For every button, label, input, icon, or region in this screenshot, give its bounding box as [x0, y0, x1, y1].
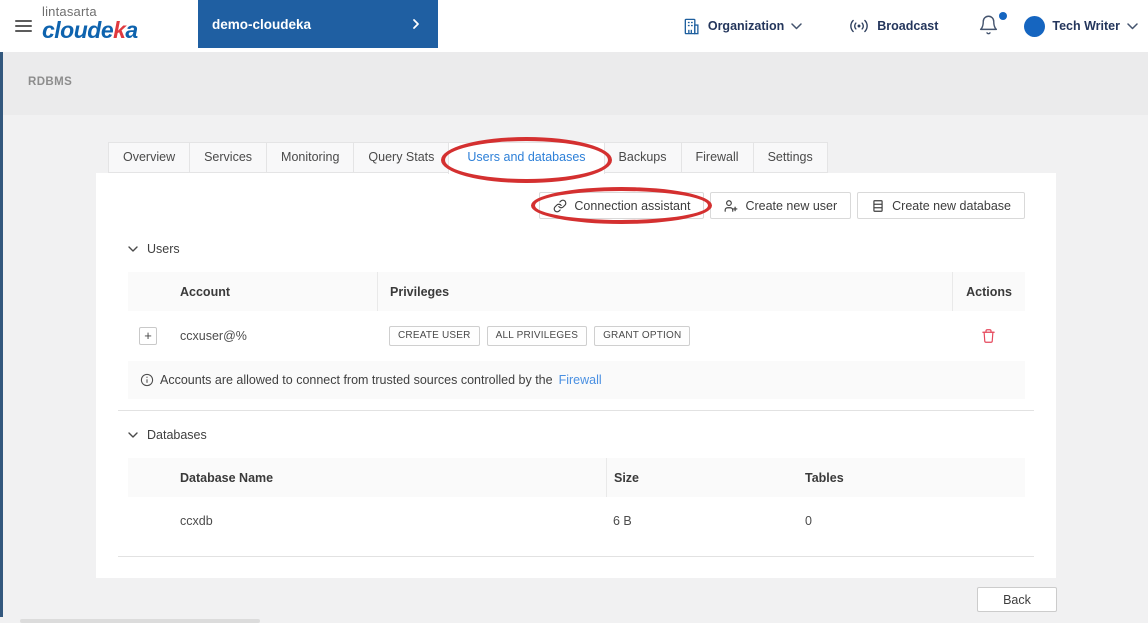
notifications-button[interactable]	[978, 12, 1008, 38]
connection-assistant-label: Connection assistant	[574, 198, 691, 213]
firewall-link[interactable]: Firewall	[559, 373, 602, 387]
table-row: ccxdb 6 B 0	[128, 497, 1025, 545]
tab-users-and-databases[interactable]: Users and databases	[441, 137, 612, 183]
page: lintasarta cloudeka demo-cloudeka Organi…	[0, 0, 1148, 623]
tab-monitoring[interactable]: Monitoring	[266, 142, 355, 173]
tab-query-stats[interactable]: Query Stats	[353, 142, 450, 173]
toolbar: Connection assistant Create new user Cre…	[531, 187, 1025, 224]
connection-assistant-button[interactable]: Connection assistant	[531, 187, 713, 224]
chevron-right-icon	[410, 18, 422, 30]
col-actions: Actions	[952, 272, 1025, 311]
users-section-toggle[interactable]: Users	[128, 242, 180, 256]
users-table-header: Account Privileges Actions	[128, 272, 1025, 311]
users-table: Account Privileges Actions + ccxuser@% C…	[128, 272, 1025, 399]
create-new-user-label: Create new user	[745, 198, 838, 213]
users-section-title: Users	[147, 242, 180, 256]
user-menu[interactable]: Tech Writer	[1024, 15, 1138, 37]
databases-table: Database Name Size Tables ccxdb 6 B 0	[128, 458, 1025, 545]
breadcrumb-bar: RDBMS	[0, 52, 1148, 115]
tab-backups[interactable]: Backups	[603, 142, 682, 173]
hamburger-menu-icon[interactable]	[15, 20, 32, 32]
header-actions: Organization Broadcast Tech Writer	[682, 0, 1138, 52]
horizontal-scrollbar[interactable]	[20, 619, 260, 623]
tab-firewall[interactable]: Firewall	[680, 142, 754, 173]
chevron-down-icon	[128, 245, 138, 253]
bell-icon	[978, 14, 999, 36]
expand-row-button[interactable]: +	[139, 327, 157, 345]
avatar	[1024, 15, 1046, 37]
link-icon	[553, 199, 567, 213]
tab-settings[interactable]: Settings	[752, 142, 828, 173]
create-new-user-button[interactable]: Create new user	[710, 192, 852, 219]
database-tables-value: 0	[805, 514, 812, 528]
section-divider	[118, 556, 1034, 557]
create-new-database-button[interactable]: Create new database	[857, 192, 1025, 219]
info-icon	[140, 373, 154, 387]
user-name: Tech Writer	[1052, 19, 1120, 33]
logo-cloudeka: cloudeka	[42, 17, 138, 43]
back-button[interactable]: Back	[977, 587, 1057, 612]
databases-section-title: Databases	[147, 428, 207, 442]
database-icon	[871, 199, 885, 213]
col-database-name: Database Name	[180, 470, 274, 485]
notification-dot	[999, 12, 1008, 20]
privilege-badge: GRANT OPTION	[594, 326, 691, 346]
col-tables: Tables	[805, 470, 844, 485]
broadcast-label: Broadcast	[877, 19, 939, 33]
collapsed-sidebar[interactable]	[0, 52, 3, 617]
databases-table-header: Database Name Size Tables	[128, 458, 1025, 497]
chevron-down-icon	[1127, 22, 1138, 30]
organization-menu[interactable]: Organization	[682, 17, 802, 36]
account-value: ccxuser@%	[180, 329, 247, 343]
col-privileges: Privileges	[377, 272, 952, 311]
top-header: lintasarta cloudeka demo-cloudeka Organi…	[0, 0, 1148, 52]
brand-logo: lintasarta cloudeka	[42, 5, 138, 42]
create-new-database-label: Create new database	[892, 198, 1011, 213]
privilege-badge: CREATE USER	[389, 326, 480, 346]
tab-bar: Overview Services Monitoring Query Stats…	[108, 137, 828, 183]
delete-user-button[interactable]	[981, 328, 996, 344]
organization-building-icon	[682, 17, 701, 36]
tab-overview[interactable]: Overview	[108, 142, 191, 173]
table-row: + ccxuser@% CREATE USER ALL PRIVILEGES G…	[128, 311, 1025, 361]
database-name-value: ccxdb	[180, 514, 213, 528]
project-selector[interactable]: demo-cloudeka	[198, 0, 438, 48]
col-size: Size	[606, 458, 798, 497]
col-account: Account	[180, 284, 230, 299]
broadcast-menu[interactable]: Broadcast	[848, 17, 938, 35]
user-plus-icon	[724, 199, 738, 213]
firewall-note-text: Accounts are allowed to connect from tru…	[160, 373, 553, 387]
chevron-down-icon	[128, 431, 138, 439]
broadcast-icon	[848, 17, 870, 35]
tab-services[interactable]: Services	[189, 142, 268, 173]
privilege-badge: ALL PRIVILEGES	[486, 326, 588, 346]
content-panel: Connection assistant Create new user Cre…	[96, 173, 1056, 578]
organization-label: Organization	[707, 19, 785, 33]
firewall-note: Accounts are allowed to connect from tru…	[128, 361, 1025, 399]
breadcrumb: RDBMS	[28, 76, 73, 88]
databases-section-toggle[interactable]: Databases	[128, 428, 207, 442]
chevron-down-icon	[791, 22, 802, 30]
privilege-badges: CREATE USER ALL PRIVILEGES GRANT OPTION	[377, 326, 952, 346]
project-name: demo-cloudeka	[212, 16, 312, 32]
trash-icon	[981, 328, 996, 344]
tab-users-and-databases-label: Users and databases	[467, 150, 586, 164]
database-size-value: 6 B	[613, 514, 632, 528]
section-divider	[118, 410, 1034, 411]
